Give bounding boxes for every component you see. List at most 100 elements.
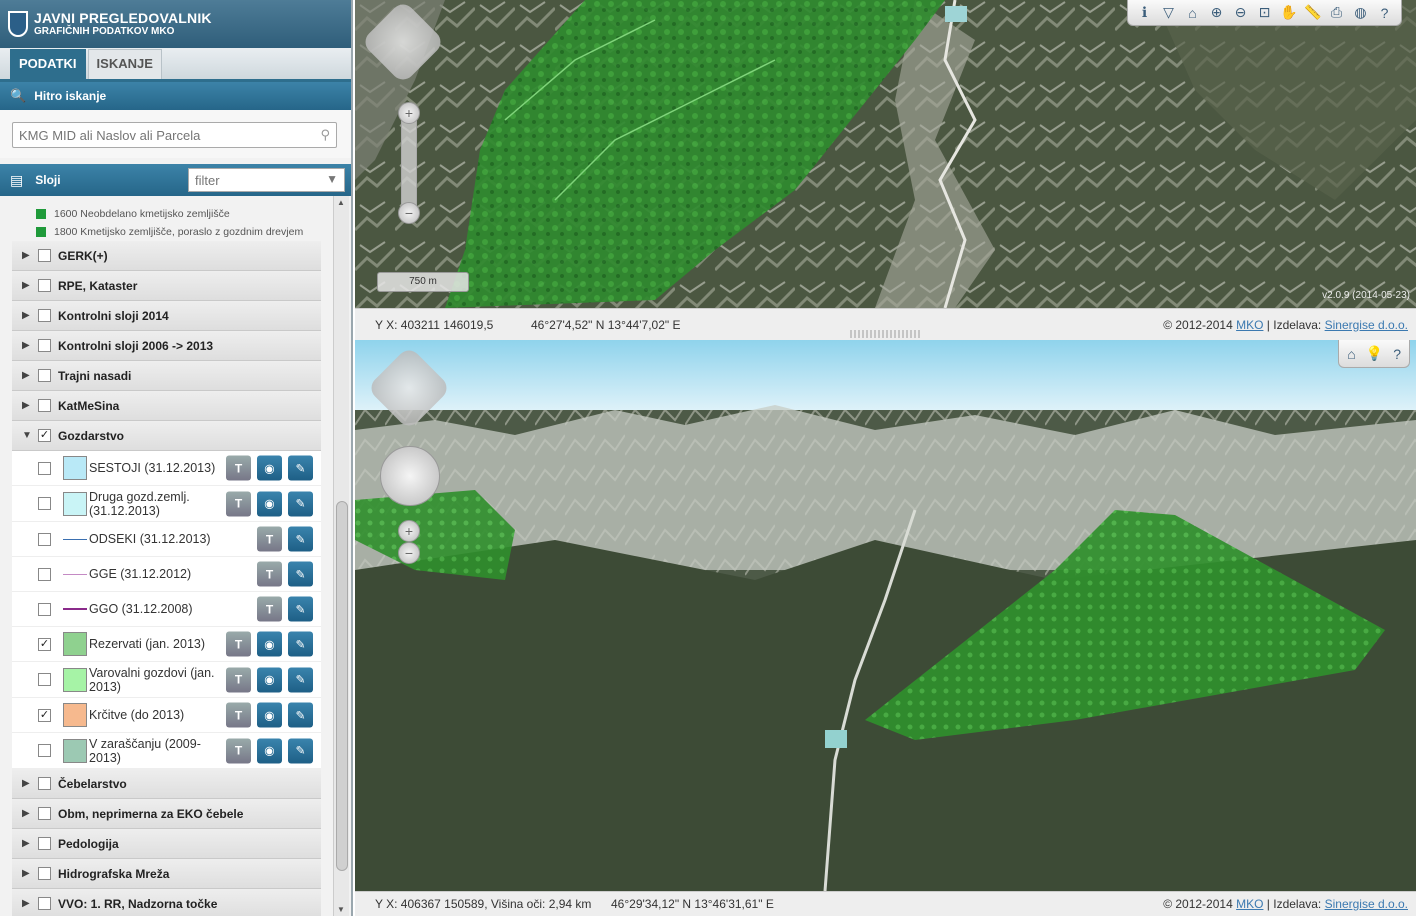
group-checkbox[interactable] bbox=[38, 399, 51, 412]
home-icon[interactable]: ⌂ bbox=[1347, 346, 1355, 362]
layer-scrollbar[interactable]: ▲ ▼ bbox=[333, 196, 349, 916]
layer-group[interactable]: ▶ KatMeSina bbox=[12, 391, 321, 421]
layer-checkbox[interactable] bbox=[38, 532, 51, 546]
pan-icon[interactable]: ✋ bbox=[1280, 4, 1297, 21]
layer-group[interactable]: ▶ Kontrolni sloji 2014 bbox=[12, 301, 321, 331]
transparency-button[interactable]: T bbox=[226, 702, 251, 728]
quick-search-input[interactable] bbox=[13, 123, 336, 147]
transparency-button[interactable]: T bbox=[226, 738, 251, 763]
chevron-right-icon[interactable]: ▶ bbox=[22, 280, 32, 291]
zoom-box-icon[interactable]: ⊡ bbox=[1256, 4, 1273, 21]
sinergise-link[interactable]: Sinergise d.o.o. bbox=[1325, 897, 1408, 911]
style-button[interactable]: ✎ bbox=[288, 631, 313, 657]
layer-item[interactable]: GGE (31.12.2012) T ✎ bbox=[12, 557, 321, 592]
layer-group[interactable]: ▶ VVO: 1. RR, Nadzorna točke bbox=[12, 889, 321, 916]
transparency-button[interactable]: T bbox=[257, 526, 282, 552]
group-checkbox[interactable] bbox=[38, 897, 51, 910]
layer-group[interactable]: ▶ Čebelarstvo bbox=[12, 769, 321, 799]
layer-group[interactable]: ▶ Kontrolni sloji 2006 -> 2013 bbox=[12, 331, 321, 361]
style-button[interactable]: ✎ bbox=[288, 596, 313, 622]
layer-item[interactable]: ✓ Rezervati (jan. 2013) T ◉ ✎ bbox=[12, 627, 321, 662]
quick-search-header[interactable]: 🔍 Hitro iskanje bbox=[0, 82, 351, 110]
tab-podatki[interactable]: PODATKI bbox=[10, 49, 86, 79]
measure-icon[interactable]: 📏 bbox=[1304, 4, 1321, 21]
zoom-in-icon[interactable]: ⊕ bbox=[1208, 4, 1225, 21]
layer-checkbox[interactable] bbox=[38, 602, 51, 616]
layer-group[interactable]: ▶ Pedologija bbox=[12, 829, 321, 859]
chevron-right-icon[interactable]: ▶ bbox=[22, 808, 32, 819]
chevron-down-icon[interactable]: ▼ bbox=[22, 430, 32, 441]
bulb-icon[interactable]: 💡 bbox=[1366, 345, 1383, 362]
style-button[interactable]: ✎ bbox=[288, 526, 313, 552]
layer-item[interactable]: Druga gozd.zemlj. (31.12.2013) T ◉ ✎ bbox=[12, 486, 321, 522]
chevron-right-icon[interactable]: ▶ bbox=[22, 898, 32, 909]
layer-group[interactable]: ▶ Trajni nasadi bbox=[12, 361, 321, 391]
layer-order-button[interactable]: ◉ bbox=[257, 702, 282, 728]
zoom-out-button[interactable]: − bbox=[398, 542, 420, 564]
chevron-right-icon[interactable]: ▶ bbox=[22, 400, 32, 411]
group-checkbox[interactable] bbox=[38, 339, 51, 352]
layer-item[interactable]: GGO (31.12.2008) T ✎ bbox=[12, 592, 321, 627]
style-button[interactable]: ✎ bbox=[288, 561, 313, 587]
zoom-in-button[interactable]: + bbox=[398, 102, 420, 124]
layer-group-gozdarstvo[interactable]: ▼ ✓ Gozdarstvo bbox=[12, 421, 321, 451]
chevron-right-icon[interactable]: ▶ bbox=[22, 778, 32, 789]
mko-link[interactable]: MKO bbox=[1236, 897, 1263, 911]
layer-checkbox[interactable]: ✓ bbox=[38, 637, 51, 651]
home-icon[interactable]: ⌂ bbox=[1184, 5, 1201, 21]
layer-group[interactable]: ▶ Obm, neprimerna za EKO čebele bbox=[12, 799, 321, 829]
zoom-in-button[interactable]: + bbox=[398, 520, 420, 542]
layer-checkbox[interactable] bbox=[38, 673, 51, 686]
transparency-button[interactable]: T bbox=[226, 631, 251, 657]
style-button[interactable]: ✎ bbox=[288, 667, 313, 692]
help-icon[interactable]: ? bbox=[1376, 5, 1393, 21]
group-checkbox[interactable] bbox=[38, 867, 51, 880]
group-checkbox[interactable] bbox=[38, 279, 51, 292]
mko-link[interactable]: MKO bbox=[1236, 318, 1263, 332]
group-checkbox[interactable] bbox=[38, 369, 51, 382]
chevron-right-icon[interactable]: ▶ bbox=[22, 868, 32, 879]
transparency-button[interactable]: T bbox=[257, 596, 282, 622]
layer-group[interactable]: ▶ Hidrografska Mreža bbox=[12, 859, 321, 889]
map-3d[interactable]: + − ⌂ 💡 ? bbox=[355, 340, 1416, 891]
search-icon[interactable]: ⚲ bbox=[320, 127, 330, 143]
layer-checkbox[interactable] bbox=[38, 497, 51, 510]
style-button[interactable]: ✎ bbox=[288, 491, 313, 516]
style-button[interactable]: ✎ bbox=[288, 702, 313, 728]
group-checkbox[interactable] bbox=[38, 249, 51, 262]
chevron-right-icon[interactable]: ▶ bbox=[22, 250, 32, 261]
scroll-down-icon[interactable]: ▼ bbox=[337, 905, 345, 914]
chevron-right-icon[interactable]: ▶ bbox=[22, 310, 32, 321]
layer-checkbox[interactable] bbox=[38, 461, 51, 475]
zoom-out-button[interactable]: − bbox=[398, 202, 420, 224]
scrollbar-thumb[interactable] bbox=[336, 501, 348, 871]
layer-item[interactable]: SESTOJI (31.12.2013) T ◉ ✎ bbox=[12, 451, 321, 486]
chevron-right-icon[interactable]: ▶ bbox=[22, 838, 32, 849]
layer-order-button[interactable]: ◉ bbox=[257, 738, 282, 763]
style-button[interactable]: ✎ bbox=[288, 738, 313, 763]
help-icon[interactable]: ? bbox=[1393, 346, 1401, 362]
zoom-out-icon[interactable]: ⊖ bbox=[1232, 4, 1249, 21]
transparency-button[interactable]: T bbox=[226, 491, 251, 516]
layer-checkbox[interactable] bbox=[38, 744, 51, 757]
tab-iskanje[interactable]: ISKANJE bbox=[87, 49, 162, 79]
layer-item[interactable]: Varovalni gozdovi (jan. 2013) T ◉ ✎ bbox=[12, 662, 321, 698]
layer-order-button[interactable]: ◉ bbox=[257, 491, 282, 516]
transparency-button[interactable]: T bbox=[257, 561, 282, 587]
group-checkbox[interactable] bbox=[38, 807, 51, 820]
layer-order-button[interactable]: ◉ bbox=[257, 455, 282, 481]
layer-group[interactable]: ▶ GERK(+) bbox=[12, 241, 321, 271]
chevron-right-icon[interactable]: ▶ bbox=[22, 340, 32, 351]
globe-icon[interactable]: ◍ bbox=[1352, 4, 1369, 21]
layer-order-button[interactable]: ◉ bbox=[257, 667, 282, 692]
filter-icon[interactable]: ▼ bbox=[326, 172, 338, 186]
layer-item[interactable]: ✓ Krčitve (do 2013) T ◉ ✎ bbox=[12, 698, 321, 733]
transparency-button[interactable]: T bbox=[226, 667, 251, 692]
layer-item[interactable]: V zaraščanju (2009-2013) T ◉ ✎ bbox=[12, 733, 321, 769]
layer-order-button[interactable]: ◉ bbox=[257, 631, 282, 657]
layer-checkbox[interactable]: ✓ bbox=[38, 708, 51, 722]
info-icon[interactable]: ℹ bbox=[1136, 4, 1153, 21]
group-checkbox[interactable] bbox=[38, 777, 51, 790]
transparency-button[interactable]: T bbox=[226, 455, 251, 481]
tilt-control[interactable] bbox=[380, 446, 440, 506]
